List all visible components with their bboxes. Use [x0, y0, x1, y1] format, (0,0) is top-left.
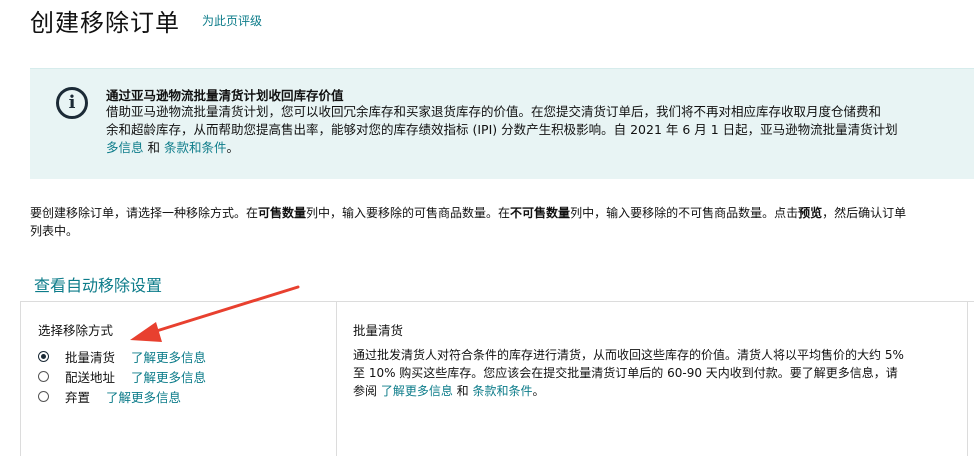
info-and-text: 和 — [143, 140, 164, 155]
removal-method-title: 选择移除方式 — [38, 323, 114, 338]
instructions-bold-sellable: 可售数量 — [258, 206, 307, 220]
info-body: 借助亚马逊物流批量清货计划，您可以收回冗余库存和买家退货库存的价值。在您提交清货… — [106, 103, 974, 157]
description-text: 参阅 — [353, 384, 381, 398]
learn-more-link[interactable]: 了解更多信息 — [131, 367, 206, 386]
info-title: 通过亚马逊物流批量清货计划收回库存价值 — [106, 88, 344, 103]
description-line-2: 至 10% 购买这些库存。您应该会在提交批量清货订单后的 60-90 天内收到付… — [353, 366, 898, 380]
instructions-bold-unsellable: 不可售数量 — [510, 206, 571, 220]
description-text: 。 — [532, 384, 545, 398]
instructions: 要创建移除订单，请选择一种移除方式。在可售数量列中，输入要移除的可售商品数量。在… — [30, 204, 974, 240]
info-icon: i — [56, 87, 88, 119]
description-terms-link[interactable]: 条款和条件 — [472, 384, 532, 398]
page-title: 创建移除订单 — [30, 8, 180, 37]
radio-dispose[interactable] — [38, 391, 49, 402]
info-banner: i 通过亚马逊物流批量清货计划收回库存价值 借助亚马逊物流批量清货计划，您可以收… — [30, 68, 974, 179]
info-more-link[interactable]: 多信息 — [106, 140, 144, 155]
removal-method-section: 选择移除方式 批量清货 了解更多信息 配送地址 了解更多信息 弃置 了解更多信息 — [21, 302, 337, 456]
info-line-1: 借助亚马逊物流批量清货计划，您可以收回冗余库存和买家退货库存的价值。在您提交清货… — [106, 104, 882, 119]
info-terms-link[interactable]: 条款和条件 — [164, 140, 227, 155]
info-line-3: 多信息 和 条款和条件。 — [106, 139, 974, 157]
auto-removal-settings-link[interactable]: 查看自动移除设置 — [34, 272, 162, 296]
option-dispose[interactable]: 弃置 了解更多信息 — [38, 387, 181, 406]
instructions-text: 列中，输入要移除的不可售商品数量。点击 — [570, 206, 799, 220]
info-line-2: 余和超龄库存，从而帮助您提高售出率，能够对您的库存绩效指标 (IPI) 分数产生… — [106, 122, 898, 137]
option-ship-to-address[interactable]: 配送地址 了解更多信息 — [38, 367, 206, 386]
method-description-section: 批量清货 通过批发清货人对符合条件的库存进行清货，从而收回这些库存的价值。清货人… — [337, 302, 968, 456]
instructions-line-1: 要创建移除订单，请选择一种移除方式。在可售数量列中，输入要移除的可售商品数量。在… — [30, 204, 974, 222]
radio-ship-to-address[interactable] — [38, 371, 49, 382]
instructions-line-2: 列表中。 — [30, 224, 79, 238]
option-label: 弃置 — [65, 390, 91, 405]
method-description-title: 批量清货 — [353, 323, 404, 338]
page: 创建移除订单 为此页评级 i 通过亚马逊物流批量清货计划收回库存价值 借助亚马逊… — [0, 0, 974, 456]
instructions-text: ，然后确认订单 — [822, 206, 907, 220]
info-end-text: 。 — [226, 140, 239, 155]
page-header: 创建移除订单 为此页评级 — [30, 0, 262, 40]
description-line-3: 参阅 了解更多信息 和 条款和条件。 — [353, 382, 963, 400]
instructions-text: 要创建移除订单，请选择一种移除方式。在 — [30, 206, 259, 220]
instructions-bold-preview: 预览 — [798, 206, 823, 220]
learn-more-link[interactable]: 了解更多信息 — [106, 387, 181, 406]
learn-more-link[interactable]: 了解更多信息 — [131, 347, 206, 366]
radio-liquidation[interactable] — [38, 351, 49, 362]
instructions-text: 列中，输入要移除的可售商品数量。在 — [306, 206, 511, 220]
option-liquidation[interactable]: 批量清货 了解更多信息 — [38, 347, 206, 366]
description-line-1: 通过批发清货人对符合条件的库存进行清货，从而收回这些库存的价值。清货人将以平均售… — [353, 348, 904, 362]
option-label: 批量清货 — [65, 350, 116, 365]
method-description-body: 通过批发清货人对符合条件的库存进行清货，从而收回这些库存的价值。清货人将以平均售… — [353, 346, 963, 400]
removal-panel: 选择移除方式 批量清货 了解更多信息 配送地址 了解更多信息 弃置 了解更多信息… — [20, 301, 974, 456]
description-learn-more-link[interactable]: 了解更多信息 — [381, 384, 453, 398]
description-text: 和 — [452, 384, 473, 398]
rate-page-link[interactable]: 为此页评级 — [202, 12, 262, 29]
option-label: 配送地址 — [65, 370, 116, 385]
